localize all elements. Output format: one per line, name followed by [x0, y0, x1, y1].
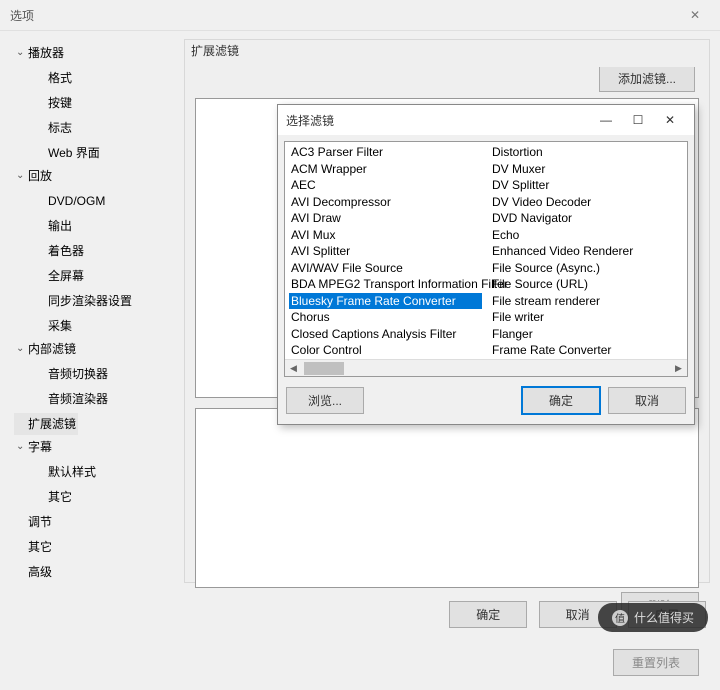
dialog-title: 选择滤镜 — [286, 112, 590, 129]
select-filter-dialog: 选择滤镜 — ☐ ✕ AC3 Parser FilterACM WrapperA… — [277, 104, 695, 425]
titlebar: 选项 ✕ — [0, 0, 720, 30]
list-item[interactable]: DV Muxer — [490, 161, 683, 178]
list-item[interactable]: Frame Rate Converter — [490, 342, 683, 359]
list-item[interactable]: File Source (URL) — [490, 276, 683, 293]
watermark: 值 什么值得买 — [598, 603, 708, 632]
list-item[interactable]: Bluesky Frame Rate Converter — [289, 293, 482, 310]
group-title: 扩展滤镜 — [185, 40, 709, 61]
list-item[interactable]: DVD Navigator — [490, 210, 683, 227]
add-filter-button[interactable]: 添加滤镜... — [599, 67, 695, 92]
chevron-down-icon: ⌄ — [16, 166, 28, 186]
ok-button[interactable]: 确定 — [449, 601, 527, 628]
browse-button[interactable]: 浏览... — [286, 387, 364, 414]
list-item[interactable]: AVI/WAV File Source — [289, 260, 482, 277]
tree-sub-other[interactable]: 其它 — [34, 486, 74, 508]
tree-tweak[interactable]: 调节 — [14, 511, 54, 533]
tree-fullscreen[interactable]: 全屏幕 — [34, 265, 86, 287]
tree-sync[interactable]: 同步渲染器设置 — [34, 290, 134, 312]
tree-logo[interactable]: 标志 — [34, 117, 74, 139]
list-item[interactable]: AEC — [289, 177, 482, 194]
tree-other[interactable]: 其它 — [14, 536, 54, 558]
scroll-thumb[interactable] — [304, 362, 344, 375]
scroll-left-icon[interactable]: ◀ — [285, 363, 302, 374]
tree-dvd[interactable]: DVD/OGM — [34, 190, 107, 212]
tree-audiorender[interactable]: 音频渲染器 — [34, 388, 110, 410]
minimize-icon[interactable]: — — [590, 113, 622, 127]
watermark-icon: 值 — [612, 610, 628, 626]
list-item[interactable]: Color Control — [289, 342, 482, 359]
maximize-icon[interactable]: ☐ — [622, 113, 654, 127]
window-title: 选项 — [10, 7, 680, 24]
list-item[interactable]: File Source (Async.) — [490, 260, 683, 277]
list-item[interactable]: Closed Captions Analysis Filter — [289, 326, 482, 343]
tree-internal[interactable]: ⌄内部滤镜 — [14, 338, 78, 360]
watermark-text: 什么值得买 — [634, 609, 694, 626]
list-item[interactable]: Flanger — [490, 326, 683, 343]
close-icon[interactable]: ✕ — [654, 113, 686, 127]
tree-output[interactable]: 输出 — [34, 215, 74, 237]
filter-listbox[interactable]: AC3 Parser FilterACM WrapperAECAVI Decom… — [284, 141, 688, 377]
tree-subtitle[interactable]: ⌄字幕 — [14, 436, 54, 458]
filter-options — [195, 408, 699, 588]
close-icon[interactable]: ✕ — [680, 8, 710, 22]
list-item[interactable]: File stream renderer — [490, 293, 683, 310]
main-window: 选项 ✕ ⌄播放器 格式 按键 标志 Web 界面 ⌄回放 DVD — [0, 0, 720, 642]
scroll-right-icon[interactable]: ▶ — [670, 363, 687, 374]
h-scrollbar[interactable]: ◀ ▶ — [285, 359, 687, 376]
chevron-down-icon: ⌄ — [16, 437, 28, 457]
list-item[interactable]: AVI Decompressor — [289, 194, 482, 211]
tree-keys[interactable]: 按键 — [34, 92, 74, 114]
list-item[interactable]: Echo — [490, 227, 683, 244]
chevron-down-icon: ⌄ — [16, 43, 28, 63]
dialog-ok-button[interactable]: 确定 — [522, 387, 600, 414]
tree-defaultstyle[interactable]: 默认样式 — [34, 461, 98, 483]
nav-tree: ⌄播放器 格式 按键 标志 Web 界面 ⌄回放 DVD/OGM 输出 着色器 … — [0, 31, 178, 591]
tree-shader[interactable]: 着色器 — [34, 240, 86, 262]
tree-advanced[interactable]: 高级 — [14, 561, 54, 583]
list-item[interactable]: Distortion — [490, 144, 683, 161]
list-col-2: DistortionDV MuxerDV SplitterDV Video De… — [486, 142, 687, 360]
list-item[interactable]: Enhanced Video Renderer — [490, 243, 683, 260]
tree-replay[interactable]: ⌄回放 — [14, 165, 54, 187]
tree-format[interactable]: 格式 — [34, 67, 74, 89]
dialog-buttons: 浏览... 确定 取消 — [278, 383, 694, 424]
tree-web[interactable]: Web 界面 — [34, 142, 102, 164]
list-item[interactable]: DV Video Decoder — [490, 194, 683, 211]
tree-extfilter[interactable]: 扩展滤镜 — [14, 413, 78, 435]
dialog-titlebar: 选择滤镜 — ☐ ✕ — [278, 105, 694, 135]
tree-audioswitch[interactable]: 音频切换器 — [34, 363, 110, 385]
list-item[interactable]: Chorus — [289, 309, 482, 326]
list-item[interactable]: AC3 Parser Filter — [289, 144, 482, 161]
list-item[interactable]: AVI Mux — [289, 227, 482, 244]
list-col-1: AC3 Parser FilterACM WrapperAECAVI Decom… — [285, 142, 486, 360]
list-item[interactable]: BDA MPEG2 Transport Information Filter — [289, 276, 482, 293]
list-item[interactable]: File writer — [490, 309, 683, 326]
list-item[interactable]: AVI Splitter — [289, 243, 482, 260]
tree-capture[interactable]: 采集 — [34, 315, 74, 337]
chevron-down-icon: ⌄ — [16, 339, 28, 359]
list-item[interactable]: ACM Wrapper — [289, 161, 482, 178]
reset-button[interactable]: 重置列表 — [613, 649, 699, 676]
tree-player[interactable]: ⌄播放器 — [14, 42, 66, 64]
list-item[interactable]: DV Splitter — [490, 177, 683, 194]
dialog-cancel-button[interactable]: 取消 — [608, 387, 686, 414]
list-item[interactable]: AVI Draw — [289, 210, 482, 227]
